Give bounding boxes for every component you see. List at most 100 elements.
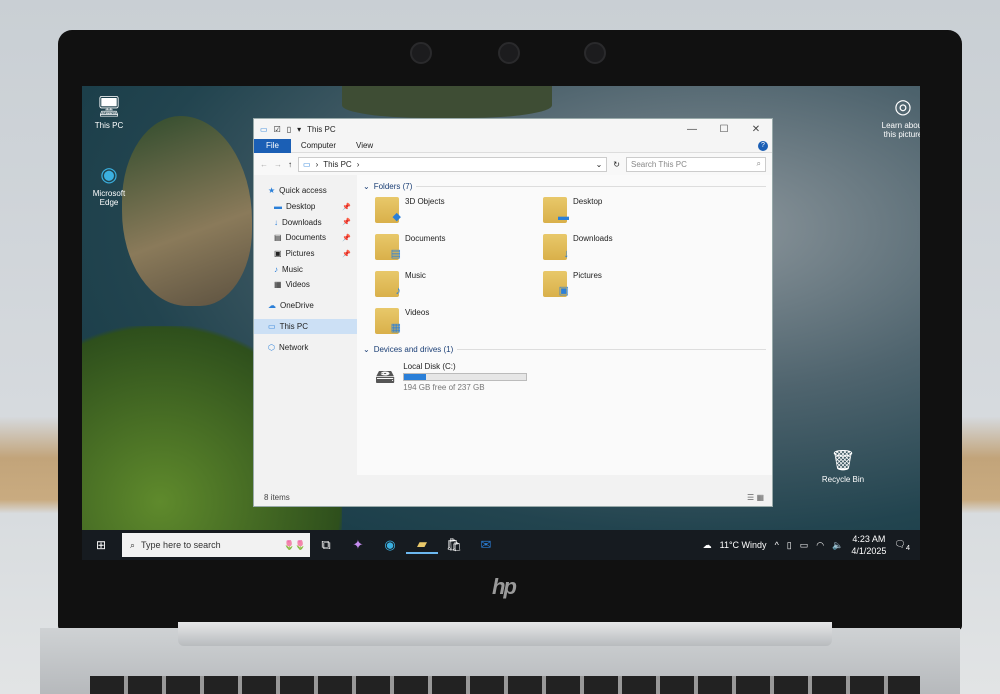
wifi-icon[interactable]: ◠ <box>816 540 824 551</box>
tab-file[interactable]: File <box>254 138 291 153</box>
drive-usage-bar <box>403 373 528 381</box>
nav-music[interactable]: ♪ Music <box>254 261 357 277</box>
ribbon-tabs: File Computer View ? <box>254 138 772 153</box>
folder-item[interactable]: ♪ Music <box>375 271 543 301</box>
forward-icon[interactable]: → <box>274 160 282 169</box>
downloads-icon: ↓ <box>274 217 278 227</box>
store-icon[interactable]: 🛍 <box>438 537 470 553</box>
weather-icon[interactable]: ☁ <box>703 540 712 551</box>
folder-icon: ▬ <box>543 197 569 223</box>
refresh-icon[interactable]: ↻ <box>613 160 620 169</box>
edge-icon[interactable]: ◉ <box>374 537 406 553</box>
desktop-icon-this-pc[interactable]: 🖥 This PC <box>84 94 134 130</box>
file-explorer-window: ▭ ☑ ▯ ▾ This PC — ☐ ✕ File Computer View… <box>253 118 773 507</box>
view-toggle-icons[interactable]: ☰ ▦ <box>747 493 764 502</box>
quick-access-dropdown-icon[interactable]: ▾ <box>297 125 301 134</box>
clock[interactable]: 4:23 AM 4/1/2025 <box>851 533 886 557</box>
battery-icon[interactable]: ▭ <box>800 540 809 551</box>
folder-icon: ↓ <box>543 234 569 260</box>
hp-logo: hp <box>492 574 517 599</box>
folder-item[interactable]: ▦ Videos <box>375 308 543 338</box>
up-icon[interactable]: ↑ <box>288 160 292 169</box>
tab-view[interactable]: View <box>346 139 383 153</box>
pin-icon: 📌 <box>342 219 351 227</box>
nav-documents[interactable]: ▤ Documents 📌 <box>254 230 357 246</box>
edge-icon: ◉ <box>100 164 118 186</box>
show-hidden-icons[interactable]: ^ <box>775 540 779 550</box>
folder-item[interactable]: ◆ 3D Objects <box>375 197 543 227</box>
minimize-button[interactable]: — <box>676 124 708 135</box>
this-pc-icon: ▭ <box>303 159 311 169</box>
address-bar[interactable]: ▭ › This PC › ⌄ <box>298 156 608 172</box>
music-icon: ♪ <box>274 264 278 274</box>
folder-icon: ▤ <box>375 234 401 260</box>
folder-icon: ▣ <box>543 271 569 297</box>
search-input[interactable]: Search This PC ⌕ <box>626 156 766 172</box>
this-pc-icon: ▭ <box>268 321 276 331</box>
folder-item[interactable]: ▤ Documents <box>375 234 543 264</box>
file-explorer-icon[interactable]: ▰ <box>406 536 438 554</box>
task-view-icon[interactable]: ⧉ <box>310 537 342 553</box>
laptop-hinge <box>178 622 832 646</box>
volume-icon[interactable]: 🔈 <box>832 540 843 551</box>
maximize-button[interactable]: ☐ <box>708 124 740 135</box>
camera-sensor <box>584 42 606 64</box>
nav-network[interactable]: ⬡ Network <box>254 339 357 355</box>
nav-this-pc[interactable]: ▭ This PC <box>254 318 357 335</box>
folder-name: Music <box>405 271 426 280</box>
title-bar: ▭ ☑ ▯ ▾ This PC — ☐ ✕ <box>254 119 772 139</box>
properties-icon[interactable]: ☑ <box>274 125 281 134</box>
folder-name: Documents <box>405 234 446 243</box>
weather-text[interactable]: 11°C Windy <box>720 540 767 550</box>
keyboard <box>90 676 920 694</box>
folder-item[interactable]: ▣ Pictures <box>543 271 711 301</box>
camera-icon: ◎ <box>894 96 912 118</box>
close-button[interactable]: ✕ <box>740 124 772 135</box>
this-pc-icon: ▭ <box>260 124 268 134</box>
search-icon: ⌕ <box>756 159 761 168</box>
folders-group-header[interactable]: ⌄ Folders (7) <box>363 179 766 193</box>
taskbar-search[interactable]: ⌕ Type here to search 🌷🌷 <box>122 533 310 557</box>
documents-icon: ▤ <box>274 233 282 243</box>
folder-icon: ◆ <box>375 197 401 223</box>
camera-sensor <box>410 42 432 64</box>
star-icon: ★ <box>268 186 276 196</box>
folder-name: Downloads <box>573 234 613 243</box>
window-title: This PC <box>307 124 336 134</box>
cloud-icon: ☁ <box>268 301 276 311</box>
help-button[interactable]: ? <box>758 140 768 151</box>
drives-group-header[interactable]: ⌄ Devices and drives (1) <box>363 342 766 356</box>
nav-quick-access[interactable]: ★ Quick access <box>254 183 357 199</box>
back-icon[interactable]: ← <box>260 160 268 169</box>
start-button[interactable]: ⊞ <box>96 538 106 552</box>
nav-pictures[interactable]: ▣ Pictures 📌 <box>254 246 357 262</box>
pin-icon: 📌 <box>342 234 351 242</box>
folder-item[interactable]: ↓ Downloads <box>543 234 711 264</box>
outlook-icon[interactable]: ✉ <box>470 537 502 553</box>
desktop-icon-edge[interactable]: ◉ Microsoft Edge <box>84 162 134 207</box>
copilot-icon[interactable]: ✦ <box>342 537 374 553</box>
nav-videos[interactable]: ▦ Videos <box>254 277 357 293</box>
nav-onedrive[interactable]: ☁ OneDrive <box>254 298 357 314</box>
pictures-icon: ▣ <box>274 249 282 259</box>
status-bar-item-count: 8 items <box>264 493 290 502</box>
pin-icon: 📌 <box>342 203 351 211</box>
nav-desktop[interactable]: ▬ Desktop 📌 <box>254 199 357 215</box>
breadcrumb[interactable]: This PC <box>323 160 351 169</box>
pin-icon: 📌 <box>342 250 351 258</box>
chevron-down-icon[interactable]: ⌄ <box>596 160 603 169</box>
network-icon: ⬡ <box>268 342 275 352</box>
folder-item[interactable]: ▬ Desktop <box>543 197 711 227</box>
learn-about-picture[interactable]: ◎Learn about this picture <box>878 94 920 139</box>
new-folder-icon[interactable]: ▯ <box>287 125 291 134</box>
desktop-icon-recycle-bin[interactable]: 🗑 Recycle Bin <box>818 448 868 484</box>
desktop: 🖥 This PC ◉ Microsoft Edge 🗑 Recycle Bin ◎ L… <box>82 86 920 560</box>
content-pane: ⌄ Folders (7) ◆ 3D Objects ▬ Desktop ▤ Docume… <box>357 175 772 475</box>
nav-downloads[interactable]: ↓ Downloads 📌 <box>254 214 357 230</box>
tab-computer[interactable]: Computer <box>291 139 346 153</box>
drive-local-disk-c[interactable]: 🖴 Local Disk (C:) 194 GB free of 237 GB <box>363 356 766 402</box>
meet-icon[interactable]: ▯ <box>787 540 792 551</box>
drive-name: Local Disk (C:) <box>403 362 456 371</box>
notifications-icon[interactable]: 🗨4 <box>894 539 910 552</box>
drive-icon: 🖴 <box>375 366 396 388</box>
